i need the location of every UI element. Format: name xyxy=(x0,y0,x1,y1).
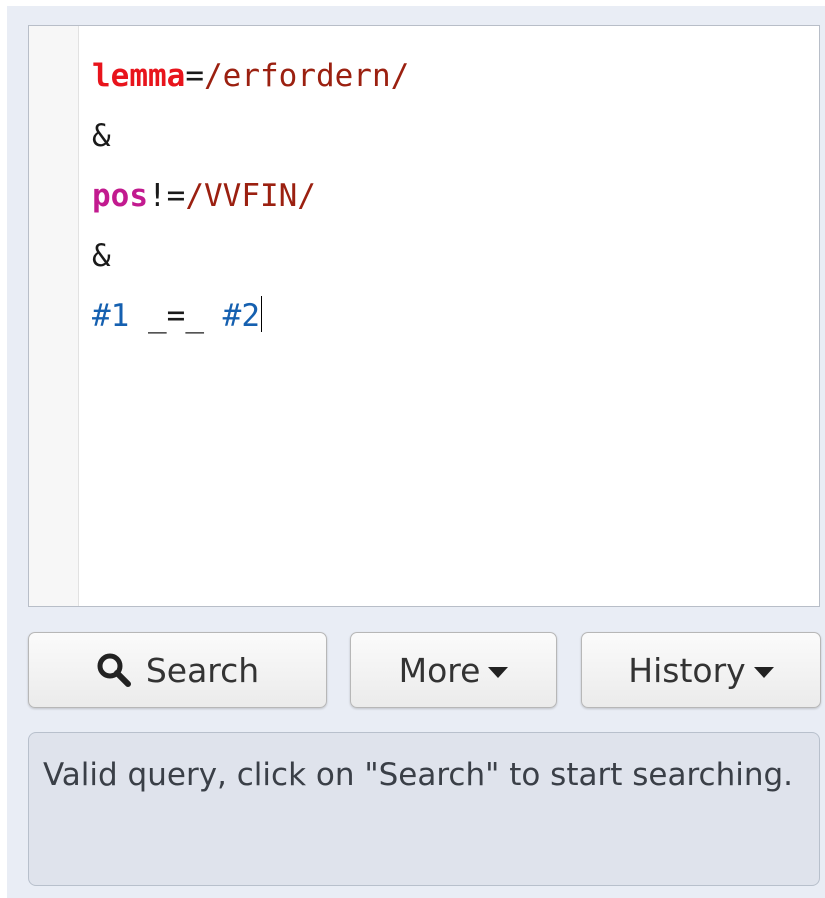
code-token: lemma xyxy=(92,58,186,94)
more-button-label: More xyxy=(398,650,481,690)
editor-gutter xyxy=(29,26,79,606)
code-token: _=_ xyxy=(129,298,223,334)
code-token: #2 xyxy=(222,298,260,334)
text-cursor xyxy=(260,296,262,332)
code-line[interactable]: & xyxy=(92,226,409,286)
code-line[interactable]: #1 _=_ #2 xyxy=(92,286,409,346)
caret-down-icon xyxy=(753,666,774,678)
search-button-label: Search xyxy=(145,650,260,690)
code-token: & xyxy=(92,118,111,154)
code-line[interactable]: pos!=/VVFIN/ xyxy=(92,166,409,226)
caret-down-icon xyxy=(488,666,509,678)
code-line[interactable]: lemma=/erfordern/ xyxy=(92,46,409,106)
query-editor[interactable]: lemma=/erfordern/ & pos!=/VVFIN/ & #1 _=_ #2 xyxy=(28,25,820,607)
history-button-label: History xyxy=(628,650,746,690)
code-token: & xyxy=(92,238,111,274)
code-token: = xyxy=(185,58,204,94)
search-button[interactable]: Search xyxy=(28,632,327,708)
code-token: pos xyxy=(92,178,148,214)
status-message: Valid query, click on "Search" to start … xyxy=(28,732,820,886)
search-icon xyxy=(96,652,132,688)
code-token: != xyxy=(148,178,186,214)
code-line[interactable]: & xyxy=(92,106,409,166)
code-token: #1 xyxy=(92,298,130,334)
editor-code[interactable]: lemma=/erfordern/ & pos!=/VVFIN/ & #1 _=_ #2 xyxy=(92,46,409,346)
history-button[interactable]: History xyxy=(581,632,821,708)
code-token: /VVFIN/ xyxy=(185,178,316,214)
code-token: /erfordern/ xyxy=(204,58,410,94)
more-button[interactable]: More xyxy=(350,632,557,708)
